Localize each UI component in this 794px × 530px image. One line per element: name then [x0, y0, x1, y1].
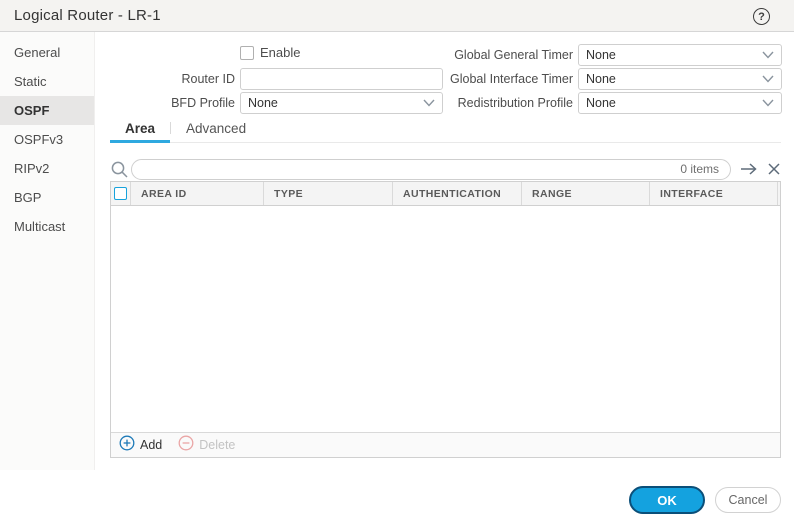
- logical-router-dialog: Logical Router - LR-1 ? General Static O…: [0, 0, 794, 530]
- sidebar-item-general[interactable]: General: [0, 38, 94, 67]
- tab-area[interactable]: Area: [110, 116, 170, 143]
- search-icon[interactable]: [110, 160, 129, 179]
- sidebar-item-static[interactable]: Static: [0, 67, 94, 96]
- global-interface-timer-select[interactable]: None: [578, 68, 782, 90]
- select-all-checkbox[interactable]: [114, 187, 127, 200]
- redistribution-profile-value: None: [586, 96, 616, 110]
- tab-advanced[interactable]: Advanced: [171, 116, 261, 143]
- column-header-area-id[interactable]: AREA ID: [131, 182, 264, 205]
- dialog-titlebar: Logical Router - LR-1 ?: [0, 0, 794, 32]
- cancel-button[interactable]: Cancel: [715, 487, 781, 513]
- clear-filter-close-icon[interactable]: [767, 162, 781, 176]
- dialog-body: General Static OSPF OSPFv3 RIPv2 BGP Mul…: [0, 32, 794, 470]
- sidebar-item-ospfv3[interactable]: OSPFv3: [0, 125, 94, 154]
- bfd-profile-select[interactable]: None: [240, 92, 443, 114]
- column-header-range[interactable]: RANGE: [522, 182, 650, 205]
- items-count: 0 items: [680, 160, 719, 179]
- add-button[interactable]: Add: [119, 435, 162, 456]
- enable-row: Enable: [240, 45, 300, 60]
- chevron-down-icon: [762, 75, 774, 83]
- search-input[interactable]: 0 items: [131, 159, 731, 180]
- column-header-gutter: [778, 182, 788, 205]
- apply-filter-arrow-icon[interactable]: [740, 162, 758, 176]
- global-general-timer-label: Global General Timer: [435, 44, 573, 66]
- global-interface-timer-value: None: [586, 72, 616, 86]
- sidebar-item-ripv2[interactable]: RIPv2: [0, 154, 94, 183]
- column-header-type[interactable]: TYPE: [264, 182, 393, 205]
- sidebar-item-bgp[interactable]: BGP: [0, 183, 94, 212]
- column-header-interface[interactable]: INTERFACE: [650, 182, 778, 205]
- redistribution-profile-select[interactable]: None: [578, 92, 782, 114]
- bfd-profile-label: BFD Profile: [95, 92, 235, 114]
- router-id-label: Router ID: [95, 68, 235, 90]
- ospf-panel: Enable Router ID BFD Profile None Global…: [95, 32, 794, 470]
- router-id-input[interactable]: [240, 68, 443, 90]
- enable-checkbox[interactable]: [240, 46, 254, 60]
- help-icon[interactable]: ?: [753, 8, 770, 25]
- sidebar-item-multicast[interactable]: Multicast: [0, 212, 94, 241]
- global-general-timer-value: None: [586, 48, 616, 62]
- table-header-row: AREA ID TYPE AUTHENTICATION RANGE INTERF…: [111, 182, 780, 206]
- chevron-down-icon: [423, 99, 435, 107]
- enable-label: Enable: [260, 45, 300, 60]
- delete-label: Delete: [199, 438, 235, 452]
- bfd-profile-value: None: [248, 96, 278, 110]
- table-action-bar: Add Delete: [111, 432, 780, 457]
- table-search-row: 0 items: [110, 158, 781, 180]
- global-interface-timer-label: Global Interface Timer: [435, 68, 573, 90]
- add-label: Add: [140, 438, 162, 452]
- select-all-cell: [111, 182, 131, 205]
- dialog-title: Logical Router - LR-1: [14, 7, 161, 24]
- table-body-empty: [111, 206, 780, 432]
- area-table: AREA ID TYPE AUTHENTICATION RANGE INTERF…: [110, 181, 781, 458]
- sidebar-nav: General Static OSPF OSPFv3 RIPv2 BGP Mul…: [0, 32, 95, 470]
- delete-button[interactable]: Delete: [178, 435, 235, 456]
- global-general-timer-select[interactable]: None: [578, 44, 782, 66]
- chevron-down-icon: [762, 51, 774, 59]
- delete-minus-icon: [178, 435, 194, 456]
- column-header-authentication[interactable]: AUTHENTICATION: [393, 182, 522, 205]
- ok-button[interactable]: OK: [629, 486, 705, 514]
- add-plus-icon: [119, 435, 135, 456]
- help-glyph: ?: [758, 11, 765, 23]
- dialog-footer: OK Cancel: [0, 470, 794, 530]
- chevron-down-icon: [762, 99, 774, 107]
- redistribution-profile-label: Redistribution Profile: [435, 92, 573, 114]
- tab-bar: Area Advanced: [110, 116, 781, 143]
- sidebar-item-ospf[interactable]: OSPF: [0, 96, 94, 125]
